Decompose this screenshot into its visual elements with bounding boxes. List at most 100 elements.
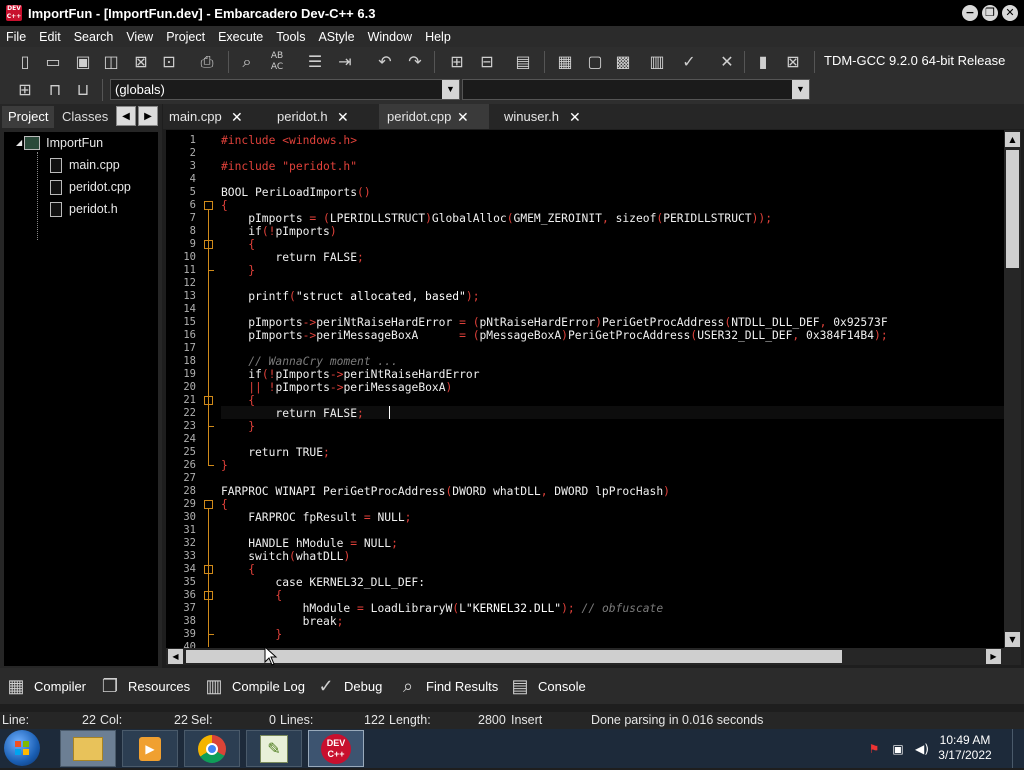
clock-date: 3/17/2022 (938, 748, 992, 762)
fold-toggle-icon[interactable] (204, 396, 213, 405)
tab-peridot-cpp[interactable]: peridot.cpp ✕ (379, 104, 489, 129)
run-icon[interactable]: ▢ (584, 51, 606, 73)
taskbar-chrome[interactable] (184, 730, 240, 767)
toolbar-separator (814, 51, 815, 73)
replace-icon[interactable]: AB AC (266, 51, 288, 73)
code-editor[interactable]: 1 2 3 4 5 6 7 8 9 10 11 12 13 14 15 16 17 18 19 20 21 22 23 24 2… (166, 130, 1004, 648)
tree-file-peridot-h[interactable]: peridot.h (50, 199, 118, 219)
fold-toggle-icon[interactable] (204, 201, 213, 210)
show-desktop-button[interactable] (1012, 729, 1024, 768)
menu-edit[interactable]: Edit (33, 30, 68, 44)
menu-window[interactable]: Window (362, 30, 419, 44)
action-center-icon[interactable]: ⚑ (866, 741, 882, 757)
close-button[interactable]: ✕ (1002, 5, 1018, 21)
network-icon[interactable]: ▣ (890, 741, 906, 757)
taskbar-devcpp[interactable]: DEV C++ (308, 730, 364, 767)
tree-file-main-cpp[interactable]: main.cpp (50, 155, 120, 175)
code-line: return TRUE; (221, 446, 330, 459)
delete-profile-icon[interactable]: ⊠ (782, 51, 804, 73)
menu-view[interactable]: View (120, 30, 160, 44)
chevron-down-icon[interactable]: ▼ (792, 80, 809, 99)
close-icon[interactable]: ✕ (337, 104, 349, 130)
close-all-icon[interactable]: ⊡ (158, 51, 180, 73)
open-folder-icon[interactable]: ▭ (42, 51, 64, 73)
save-icon[interactable]: ▣ (72, 51, 94, 73)
tab-peridot-h[interactable]: peridot.h ✕ (271, 104, 385, 129)
fold-toggle-icon[interactable] (204, 565, 213, 574)
menu-project[interactable]: Project (160, 30, 212, 44)
vertical-scroll-thumb[interactable] (1006, 150, 1019, 268)
goto-line-icon[interactable]: ☰ (304, 51, 326, 73)
taskbar-notepad[interactable]: ✎ (246, 730, 302, 767)
volume-icon[interactable]: ◀) (914, 741, 930, 757)
tab-find-results[interactable]: ⌕ Find Results (396, 672, 498, 700)
taskbar-media-player[interactable]: ▶ (122, 730, 178, 767)
close-icon[interactable]: ✕ (457, 104, 469, 130)
fold-toggle-icon[interactable] (204, 500, 213, 509)
chevron-right-icon[interactable]: ▶ (138, 106, 158, 126)
stop-execution-icon[interactable]: ✕ (716, 51, 738, 73)
remove-from-project-icon[interactable]: ⊟ (476, 51, 498, 73)
tree-file-peridot-cpp[interactable]: peridot.cpp (50, 177, 131, 197)
status-sel-label: Sel: (191, 713, 213, 727)
menu-tools[interactable]: Tools (270, 30, 312, 44)
function-combo[interactable]: ▼ (462, 79, 810, 100)
tab-debug[interactable]: ✓ Debug (314, 672, 382, 700)
syntax-check-icon[interactable]: ✓ (678, 51, 700, 73)
insert-icon[interactable]: ⊞ (14, 79, 36, 101)
menu-help[interactable]: Help (419, 30, 458, 44)
minimize-button[interactable]: − (962, 5, 978, 21)
resources-icon: ❐ (101, 676, 119, 696)
tab-compile-log[interactable]: ▥ Compile Log (202, 672, 305, 700)
close-icon[interactable]: ✕ (231, 104, 243, 130)
tab-compiler[interactable]: ▦ Compiler (4, 672, 86, 700)
menu-astyle[interactable]: AStyle (312, 30, 361, 44)
tab-project[interactable]: Project (2, 106, 55, 128)
project-options-icon[interactable]: ▤ (512, 51, 534, 73)
menu-search[interactable]: Search (68, 30, 121, 44)
compile-run-icon[interactable]: ▩ (612, 51, 634, 73)
fold-toggle-icon[interactable] (204, 240, 213, 249)
expand-icon[interactable]: ◢ (16, 133, 22, 153)
fold-toggle-icon[interactable] (204, 591, 213, 600)
vertical-scrollbar[interactable]: ▲ ▼ (1004, 130, 1021, 648)
toggle-bookmark-icon[interactable]: ⊓ (44, 79, 66, 101)
system-clock[interactable]: 10:49 AM 3/17/2022 (930, 733, 1000, 763)
scroll-right-icon[interactable]: ▶ (986, 649, 1001, 664)
new-file-icon[interactable]: ▯ (14, 51, 36, 73)
find-icon[interactable]: ⌕ (236, 51, 258, 73)
compile-icon[interactable]: ▦ (554, 51, 576, 73)
horizontal-scroll-thumb[interactable] (186, 650, 842, 663)
scroll-left-icon[interactable]: ◀ (168, 649, 183, 664)
goto-bookmark-icon[interactable]: ⊔ (72, 79, 94, 101)
start-button[interactable] (4, 730, 40, 766)
compiler-selector[interactable]: TDM-GCC 9.2.0 64-bit Release (824, 53, 1005, 68)
print-icon[interactable]: ⎙ (196, 51, 218, 73)
tab-main-cpp[interactable]: main.cpp ✕ (163, 104, 277, 129)
undo-icon[interactable]: ↶ (374, 51, 396, 73)
close-icon[interactable]: ✕ (569, 104, 581, 130)
tab-classes[interactable]: Classes (56, 106, 114, 128)
chevron-left-icon[interactable]: ◀ (116, 106, 136, 126)
menu-file[interactable]: File (0, 30, 33, 44)
rebuild-all-icon[interactable]: ▥ (646, 51, 668, 73)
menu-execute[interactable]: Execute (212, 30, 270, 44)
profile-icon[interactable]: ▮ (752, 51, 774, 73)
save-all-icon[interactable]: ◫ (100, 51, 122, 73)
tab-resources[interactable]: ❐ Resources (98, 672, 190, 700)
tab-console[interactable]: ▤ Console (508, 672, 585, 700)
tree-project-node[interactable]: ◢ ImportFun (16, 133, 103, 153)
restore-button[interactable]: ❐ (982, 5, 998, 21)
code-line: return FALSE; (221, 407, 364, 420)
split-icon[interactable]: ⇥ (334, 51, 356, 73)
close-file-icon[interactable]: ⊠ (130, 51, 152, 73)
tab-winuser-h[interactable]: winuser.h ✕ (499, 104, 612, 129)
horizontal-scrollbar[interactable]: ◀ ▶ (166, 648, 1004, 665)
add-to-project-icon[interactable]: ⊞ (446, 51, 468, 73)
scope-combo[interactable]: (globals) ▼ (110, 79, 460, 100)
chevron-down-icon[interactable]: ▼ (442, 80, 459, 99)
scroll-down-icon[interactable]: ▼ (1005, 632, 1020, 647)
scroll-up-icon[interactable]: ▲ (1005, 132, 1020, 147)
taskbar-explorer[interactable] (60, 730, 116, 767)
redo-icon[interactable]: ↷ (404, 51, 426, 73)
